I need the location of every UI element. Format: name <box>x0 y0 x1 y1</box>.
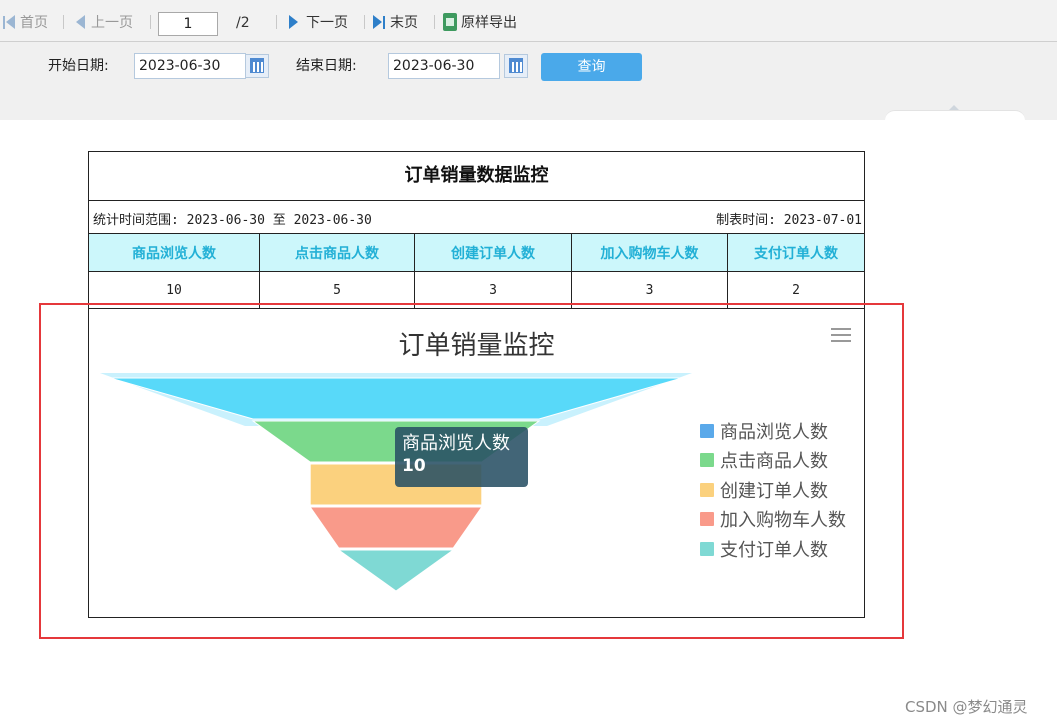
toolbar-divider <box>434 15 435 29</box>
query-button[interactable]: 查询 <box>541 53 642 81</box>
next-page-button[interactable]: 下一页 <box>289 12 348 32</box>
calendar-icon[interactable] <box>504 54 528 78</box>
export-label: 原样导出 <box>461 15 517 31</box>
toolbar-divider <box>276 15 277 29</box>
first-page-button[interactable]: 首页 <box>3 12 48 32</box>
report-toolbar: 首页 上一页 1 /2 下一页 末页 原样导出 <box>0 0 1057 42</box>
last-page-label: 末页 <box>390 15 418 31</box>
filter-bar: 开始日期: 2023-06-30 结束日期: 2023-06-30 查询 <box>0 42 1057 121</box>
start-date-label: 开始日期: <box>48 58 109 74</box>
last-page-icon <box>373 15 382 29</box>
next-page-label: 下一页 <box>306 15 348 31</box>
toolbar-divider <box>63 15 64 29</box>
toolbar-divider <box>364 15 365 29</box>
excel-export-icon <box>443 13 457 31</box>
watermark: CSDN @梦幻通灵 <box>905 698 1028 716</box>
next-page-icon <box>289 15 298 29</box>
calendar-icon[interactable] <box>245 54 269 78</box>
highlight-box <box>39 303 904 639</box>
end-date-label: 结束日期: <box>296 58 357 74</box>
page-number-input[interactable]: 1 <box>158 12 218 36</box>
prev-page-icon <box>76 15 85 29</box>
export-button[interactable]: 原样导出 <box>443 12 517 32</box>
first-page-label: 首页 <box>20 15 48 31</box>
prev-page-button[interactable]: 上一页 <box>76 12 133 32</box>
end-date-input[interactable]: 2023-06-30 <box>388 53 500 79</box>
page-total: /2 <box>236 15 250 31</box>
collapse-handle[interactable] <box>885 105 1025 121</box>
last-page-button[interactable]: 末页 <box>373 12 418 32</box>
prev-page-label: 上一页 <box>91 15 133 31</box>
first-page-icon <box>3 15 5 29</box>
start-date-input[interactable]: 2023-06-30 <box>134 53 246 79</box>
toolbar-divider <box>150 15 151 29</box>
